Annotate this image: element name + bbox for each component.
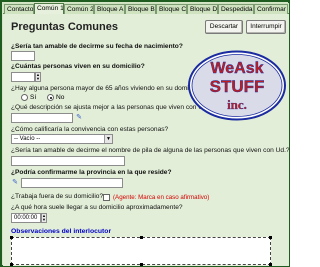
- province-input[interactable]: [21, 178, 123, 188]
- interrupt-button[interactable]: Interrumpir: [246, 20, 286, 34]
- question-description: ¿Qué descripción se ajusta mejor a las p…: [11, 104, 213, 111]
- resize-handle[interactable]: [269, 263, 272, 266]
- resize-handle[interactable]: [140, 263, 143, 266]
- province-lookup-icon[interactable]: ✎: [11, 178, 19, 187]
- question-arrival-time: ¿A qué hora suele llegar a su domicilio …: [11, 204, 183, 211]
- resize-handle[interactable]: [269, 236, 272, 239]
- question-birthdate: ¿Sería tan amable de decirme su fecha de…: [11, 43, 183, 50]
- spin-down-icon[interactable]: ▼: [42, 218, 46, 222]
- first-name-input[interactable]: [11, 156, 125, 166]
- form-panel: Preguntas Comunes Descartar Interrumpir …: [3, 14, 290, 266]
- tab-bar: Contacto Común 1 Común 2 Bloque A Bloque…: [3, 3, 289, 15]
- notes-textarea[interactable]: [10, 236, 272, 266]
- question-household-size: ¿Cuántas personas viven en su domicilio?: [11, 63, 145, 70]
- page-title: Preguntas Comunes: [11, 21, 118, 33]
- question-first-name: ¿Sería tan amable de decirme el nombre d…: [11, 147, 290, 154]
- description-input[interactable]: [11, 113, 73, 123]
- chevron-down-icon[interactable]: ▼: [104, 135, 112, 143]
- logo-line3: inc.: [227, 97, 247, 112]
- birthdate-input[interactable]: [11, 51, 35, 61]
- tab-bloque-a[interactable]: Bloque A: [94, 4, 125, 14]
- over-65-no-label: No: [56, 94, 65, 101]
- question-works-outside: ¿Trabaja fuera de su domicilio?: [11, 193, 104, 200]
- lookup-icon[interactable]: ✎: [75, 113, 83, 122]
- resize-handle[interactable]: [10, 236, 13, 239]
- tab-confirmar[interactable]: Confirmar: [254, 4, 288, 14]
- arrival-time-spinner[interactable]: ▲ ▼: [41, 213, 47, 223]
- spin-down-icon[interactable]: ▼: [36, 77, 40, 81]
- resize-handle[interactable]: [10, 263, 13, 266]
- question-over-65: ¿Hay alguna persona mayor de 65 años viv…: [11, 85, 204, 92]
- coexistence-select-value: -- Vacío --: [14, 136, 41, 142]
- over-65-no-radio[interactable]: [47, 94, 54, 101]
- over-65-yes-label: Sí: [30, 94, 37, 101]
- logo-line1: WeAsk: [210, 60, 263, 77]
- logo-line2: STUFF: [210, 77, 265, 96]
- agent-warning: (Agente: Marca en caso afirmativo): [113, 194, 210, 201]
- over-65-yes-radio[interactable]: [21, 94, 28, 101]
- tab-despedida[interactable]: Despedida: [218, 4, 254, 14]
- arrival-time-input[interactable]: 00:00:00: [11, 213, 41, 223]
- household-size-spinner[interactable]: ▲ ▼: [35, 72, 41, 82]
- weask-stuff-logo: WeAsk STUFF inc.: [188, 50, 286, 121]
- discard-button[interactable]: Descartar: [205, 20, 243, 34]
- window-frame: Contacto Común 1 Común 2 Bloque A Bloque…: [0, 0, 290, 267]
- household-size-input[interactable]: [11, 72, 35, 82]
- question-coexistence: ¿Cómo calificaría la convivencia con est…: [11, 126, 169, 133]
- notes-label: Observaciones del interlocutor: [11, 228, 112, 235]
- coexistence-select[interactable]: -- Vacío -- ▼: [11, 134, 113, 144]
- tab-bloque-b[interactable]: Bloque B: [125, 4, 156, 14]
- resize-handle[interactable]: [140, 236, 143, 239]
- tab-contacto[interactable]: Contacto: [4, 4, 34, 14]
- tab-bloque-d[interactable]: Bloque D: [187, 4, 218, 14]
- tab-bloque-c[interactable]: Bloque C: [156, 4, 187, 14]
- question-province: ¿Podría confirmarme la provincia en la q…: [11, 169, 172, 176]
- works-outside-checkbox[interactable]: [103, 194, 110, 201]
- tab-comun-2[interactable]: Común 2: [64, 4, 94, 14]
